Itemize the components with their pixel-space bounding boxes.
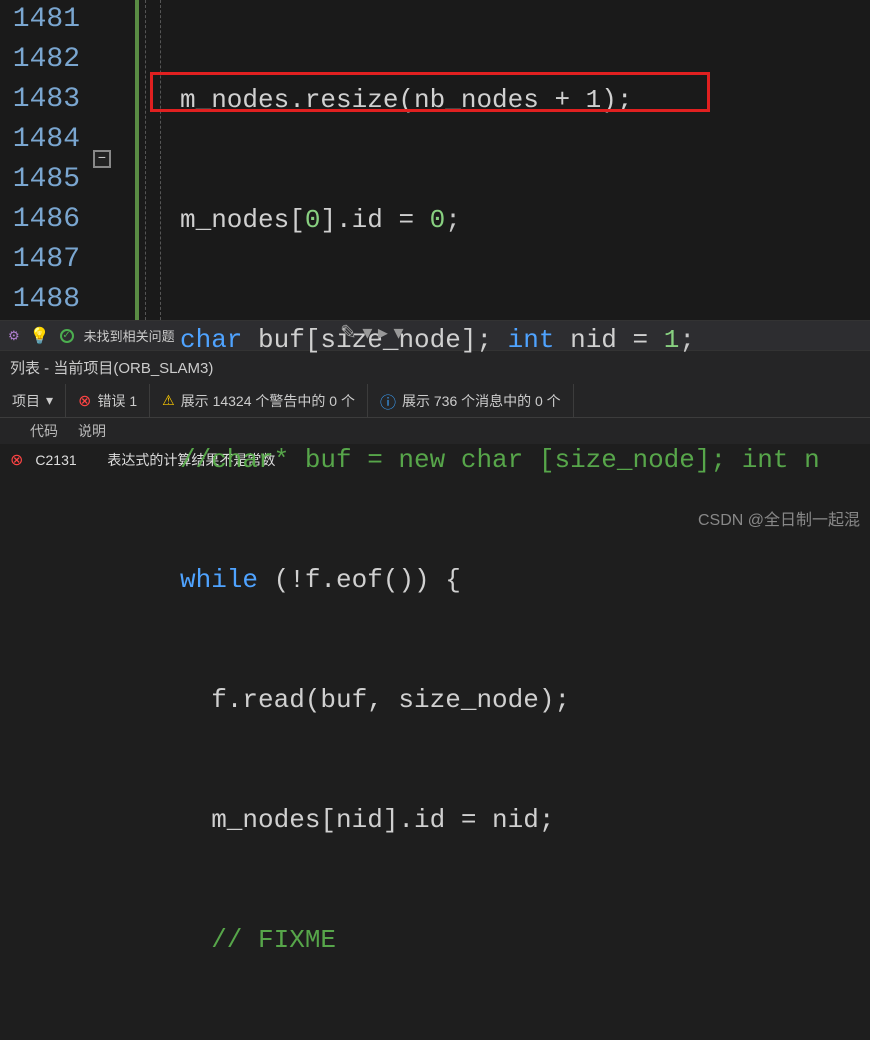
lightbulb-icon[interactable]: 💡 xyxy=(30,326,50,346)
error-icon: ⊗ xyxy=(10,450,23,470)
line-number: 1488 xyxy=(0,280,80,320)
chevron-down-icon: ▾ xyxy=(46,392,53,409)
code-line: m_nodes[nid].id = nid; xyxy=(180,800,870,840)
line-number-gutter: 1481 1482 1483 1484 1485 1486 1487 1488 xyxy=(0,0,90,320)
code-line: m_nodes.resize(nb_nodes + 1); xyxy=(180,80,870,120)
code-line: while (!f.eof()) { xyxy=(180,560,870,600)
line-number: 1486 xyxy=(0,200,80,240)
warning-icon: ⚠ xyxy=(162,392,175,409)
code-line: //char* buf = new char [size_node]; int … xyxy=(180,440,870,480)
code-line: f.read(buf, size_node); xyxy=(180,680,870,720)
line-number: 1482 xyxy=(0,40,80,80)
line-number: 1483 xyxy=(0,80,80,120)
error-icon: ⊗ xyxy=(78,391,91,411)
code-line: char buf[size_node]; int nid = 1; xyxy=(180,320,870,360)
errors-count: 错误 1 xyxy=(97,391,137,411)
screwdriver-icon[interactable]: ⚙ xyxy=(8,328,20,344)
error-code: C2131 xyxy=(35,452,95,468)
no-issues-label: 未找到相关问题 xyxy=(84,326,175,345)
code-line: m_nodes[0].id = 0; xyxy=(180,200,870,240)
mini-toolbar: ✎ ▾ ▸ ▾ xyxy=(340,320,404,345)
dropdown-label: 项目 xyxy=(12,391,40,411)
line-number: 1485 xyxy=(0,160,80,200)
col-code: 代码 xyxy=(30,421,58,441)
errors-filter[interactable]: ⊗ 错误 1 xyxy=(66,384,150,417)
check-icon: ✓ xyxy=(60,329,74,343)
line-number: 1481 xyxy=(0,0,80,40)
watermark: CSDN @全日制一起混 xyxy=(698,506,860,530)
fold-column: − xyxy=(90,0,120,320)
code-line: // FIXME xyxy=(180,920,870,960)
scope-dropdown[interactable]: 项目 ▾ xyxy=(0,384,66,417)
line-number: 1484 xyxy=(0,120,80,160)
code-area[interactable]: m_nodes.resize(nb_nodes + 1); m_nodes[0]… xyxy=(120,0,870,320)
line-number: 1487 xyxy=(0,240,80,280)
fold-toggle[interactable]: − xyxy=(93,150,111,168)
col-desc: 说明 xyxy=(78,421,106,441)
code-editor[interactable]: 1481 1482 1483 1484 1485 1486 1487 1488 … xyxy=(0,0,870,320)
